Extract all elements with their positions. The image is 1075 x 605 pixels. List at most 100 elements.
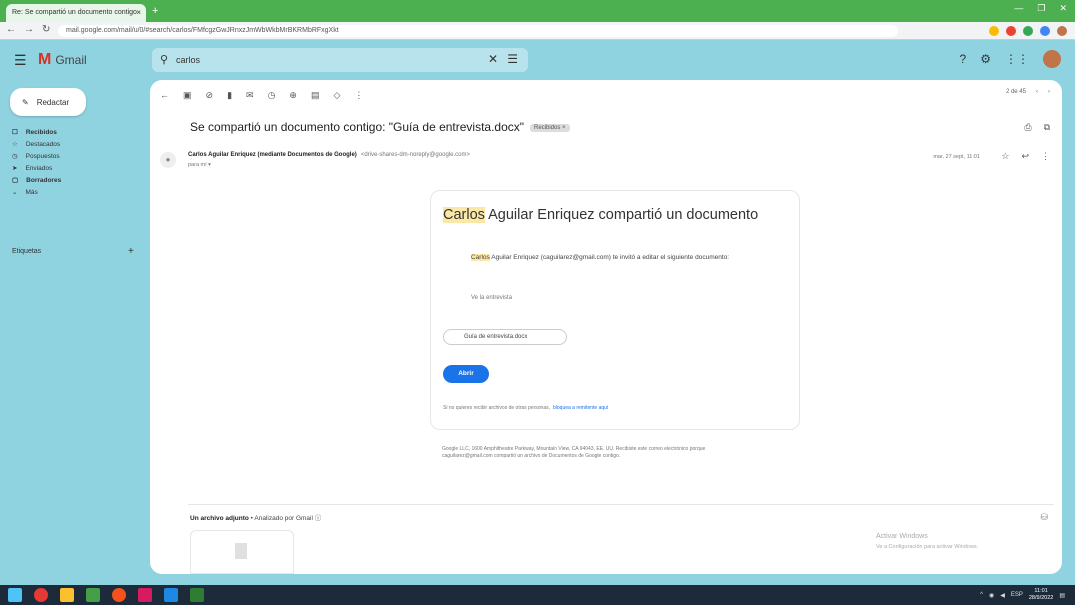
- sidebar-item-more[interactable]: ⌄ Más: [0, 186, 148, 198]
- notifications-icon[interactable]: ▤: [1059, 592, 1065, 599]
- compose-button[interactable]: ✎ Redactar: [10, 88, 86, 116]
- taskbar-clock[interactable]: 11:01 28/9/2022: [1029, 588, 1053, 602]
- recipient-dropdown[interactable]: para mí ▾: [188, 162, 211, 168]
- sidebar-nav: ☐ Recibidos ☆ Destacados ◷ Pospuestos ➤ …: [0, 126, 148, 198]
- profile-icon[interactable]: [1057, 26, 1067, 36]
- new-tab-button[interactable]: +: [152, 5, 158, 17]
- search-bar: ⚲ ✕ ☰: [152, 48, 528, 72]
- compose-label: Redactar: [36, 97, 70, 107]
- close-window-icon[interactable]: ✕: [1059, 3, 1067, 14]
- add-label-icon[interactable]: +: [128, 246, 134, 257]
- description-rest: Aguilar Enriquez (caguilarez@gmail.com) …: [489, 254, 730, 261]
- sidebar-item-label: Más: [25, 188, 38, 196]
- apps-grid-icon[interactable]: ⋮⋮: [1005, 52, 1029, 66]
- main-menu-icon[interactable]: ☰: [14, 52, 27, 69]
- tab-close-icon[interactable]: ×: [136, 8, 141, 17]
- card-title-rest: Aguilar Enriquez compartió un documento: [484, 207, 759, 223]
- star-icon: ☆: [12, 141, 18, 148]
- pager-count: 2 de 45: [1005, 89, 1026, 95]
- block-sender-link[interactable]: bloquea a remitente aquí: [553, 405, 608, 411]
- app-icon[interactable]: [34, 588, 48, 602]
- sidebar-item-snoozed[interactable]: ◷ Pospuestos: [0, 150, 148, 162]
- print-icon[interactable]: ⎙: [1024, 122, 1031, 133]
- back-to-list-icon[interactable]: ←: [160, 90, 169, 100]
- document-chip[interactable]: Guía de entrevista.docx: [443, 329, 567, 345]
- maximize-icon[interactable]: ❐: [1037, 3, 1045, 14]
- minimize-icon[interactable]: —: [1014, 3, 1023, 14]
- gmail-m-icon: M: [38, 51, 52, 68]
- share-description: Carlos Aguilar Enriquez (caguilarez@gmai…: [471, 253, 781, 263]
- back-icon[interactable]: ←: [6, 24, 16, 35]
- add-to-drive-icon[interactable]: ⛁: [1040, 512, 1048, 523]
- search-icon[interactable]: ⚲: [160, 53, 168, 66]
- app-icon[interactable]: [112, 588, 126, 602]
- search-input[interactable]: [176, 53, 456, 67]
- app-icon[interactable]: [86, 588, 100, 602]
- add-task-icon[interactable]: ⊕: [289, 90, 297, 101]
- reload-icon[interactable]: ↻: [42, 24, 50, 35]
- prev-icon[interactable]: ‹: [1036, 89, 1038, 95]
- settings-icon[interactable]: ⚙: [980, 52, 991, 66]
- footer-text: Si no quieres recibir archivos de otras …: [443, 405, 550, 411]
- app-icon[interactable]: [138, 588, 152, 602]
- sender-actions: ☆ ↩ ⋮: [1001, 151, 1050, 162]
- volume-icon[interactable]: ◀: [1000, 592, 1005, 599]
- reply-icon[interactable]: ↩: [1021, 151, 1029, 162]
- sidebar-item-label: Enviados: [25, 164, 53, 172]
- send-icon: ➤: [12, 165, 18, 172]
- sidebar-item-starred[interactable]: ☆ Destacados: [0, 138, 148, 150]
- share-card: Carlos Aguilar Enriquez compartió un doc…: [430, 190, 800, 430]
- network-icon[interactable]: ◉: [989, 592, 994, 599]
- view-line: Ve la entrevista: [471, 295, 513, 301]
- file-explorer-icon[interactable]: [60, 588, 74, 602]
- delete-icon[interactable]: ▮: [227, 90, 232, 101]
- report-spam-icon[interactable]: ⊘: [206, 90, 214, 101]
- more-options-icon[interactable]: ⋮: [354, 90, 363, 101]
- open-new-window-icon[interactable]: ⧉: [1044, 122, 1050, 133]
- app-icon[interactable]: [164, 588, 178, 602]
- star-icon[interactable]: ☆: [1001, 151, 1009, 162]
- mark-unread-icon[interactable]: ✉: [246, 90, 254, 101]
- windows-taskbar: ^ ◉ ◀ ESP 11:01 28/9/2022 ▤: [0, 585, 1075, 605]
- account-avatar[interactable]: [1043, 50, 1061, 68]
- message-panel: ← ▣ ⊘ ▮ ✉ ◷ ⊕ ▤ ◇ ⋮ 2 de 45 ‹ › Se compa…: [150, 80, 1062, 574]
- watermark-subtitle: Ve a Configuración para activar Windows.: [876, 544, 979, 550]
- open-button[interactable]: Abrir: [443, 365, 489, 383]
- clock-time: 11:01: [1034, 588, 1048, 594]
- sidebar-item-drafts[interactable]: ▢ Borradores: [0, 174, 148, 186]
- windows-start-icon[interactable]: [8, 588, 22, 602]
- clear-search-icon[interactable]: ✕: [488, 52, 498, 66]
- url-field[interactable]: mail.google.com/mail/u/0/#search/carlos/…: [58, 25, 898, 37]
- sidebar-item-label: Recibidos: [25, 128, 57, 136]
- sender-email: <drive-shares-dm-noreply@google.com>: [360, 152, 470, 158]
- browser-tab[interactable]: Re: Se compartió un documento contigo ×: [6, 4, 146, 22]
- card-title: Carlos Aguilar Enriquez compartió un doc…: [443, 207, 758, 223]
- inbox-label-chip[interactable]: Recibidos ×: [530, 123, 570, 132]
- search-options-icon[interactable]: ☰: [507, 52, 518, 66]
- sidebar-item-inbox[interactable]: ☐ Recibidos: [0, 126, 148, 138]
- app-icon[interactable]: [190, 588, 204, 602]
- subject-text: Se compartió un documento contigo: "Guía…: [190, 120, 525, 134]
- archive-icon[interactable]: ▣: [183, 90, 192, 101]
- extension-icon[interactable]: [1023, 26, 1033, 36]
- more-options-icon[interactable]: ⋮: [1041, 151, 1050, 162]
- extension-icon[interactable]: [989, 26, 999, 36]
- gmail-logo[interactable]: M Gmail: [38, 51, 87, 69]
- sender-name-text: Carlos Aguilar Enriquez (mediante Docume…: [188, 152, 357, 158]
- snooze-icon[interactable]: ◷: [268, 90, 276, 101]
- keyboard-language[interactable]: ESP: [1011, 592, 1023, 598]
- extension-icon[interactable]: [1006, 26, 1016, 36]
- forward-icon[interactable]: →: [24, 24, 34, 35]
- attachment-thumbnail[interactable]: [190, 530, 294, 574]
- pencil-icon: ✎: [22, 97, 29, 107]
- label-icon[interactable]: ◇: [333, 90, 340, 101]
- email-date: mar, 27 sept, 11:01: [933, 154, 980, 160]
- sidebar-item-label: Pospuestos: [25, 152, 60, 160]
- extension-icon[interactable]: [1040, 26, 1050, 36]
- sidebar-item-sent[interactable]: ➤ Enviados: [0, 162, 148, 174]
- next-icon[interactable]: ›: [1048, 89, 1050, 95]
- chevron-up-icon[interactable]: ^: [980, 592, 983, 598]
- move-to-icon[interactable]: ▤: [311, 90, 320, 101]
- help-icon[interactable]: ?: [960, 52, 967, 66]
- draft-icon: ▢: [12, 177, 19, 184]
